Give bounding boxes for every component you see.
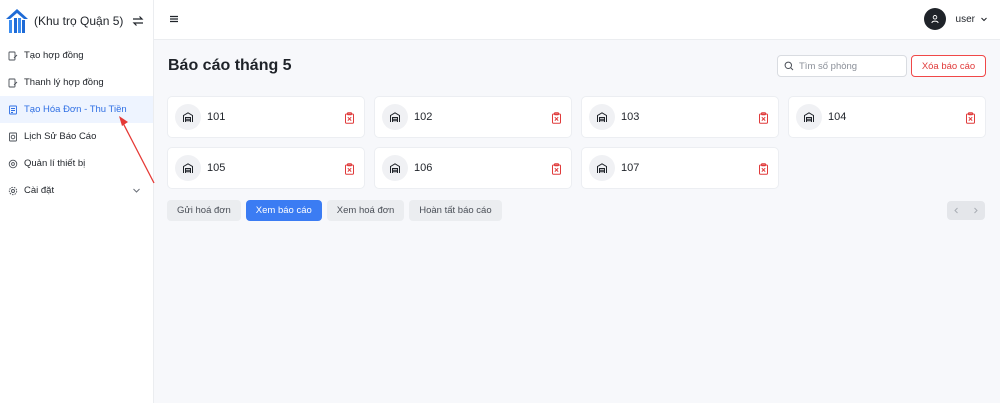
house-logo-icon	[6, 9, 28, 33]
report-actions: Gửi hoá đơn Xem báo cáo Xem hoá đơn Hoàn…	[167, 200, 502, 221]
sidebar-item-equipment[interactable]: Quản lí thiết bị	[0, 150, 153, 177]
delete-clipboard-icon[interactable]	[344, 163, 355, 175]
sidebar-item-report-history[interactable]: Lịch Sử Báo Cáo	[0, 123, 153, 150]
sidebar-item-label: Cài đặt	[24, 185, 55, 196]
user-icon	[930, 15, 939, 24]
sidebar-item-terminate-contract[interactable]: Thanh lý hợp đồng	[0, 69, 153, 96]
room-card-101[interactable]: 101	[167, 96, 365, 138]
hamburger-menu-icon[interactable]	[168, 13, 180, 25]
room-card-102[interactable]: 102	[374, 96, 572, 138]
chevron-left-icon[interactable]	[953, 207, 960, 214]
avatar	[923, 8, 946, 30]
contract-edit-icon	[8, 78, 18, 87]
switch-arrows-icon[interactable]	[131, 14, 145, 28]
sidebar-nav: Tạo hợp đồng Thanh lý hợp đồng Tạo Hóa Đ…	[0, 42, 153, 204]
warehouse-icon	[390, 163, 400, 173]
user-menu[interactable]: user	[923, 8, 988, 30]
warehouse-icon	[183, 112, 193, 122]
delete-clipboard-icon[interactable]	[758, 163, 769, 175]
room-card-107[interactable]: 107	[581, 147, 779, 189]
room-card-104[interactable]: 104	[788, 96, 986, 138]
room-number: 102	[414, 111, 433, 123]
room-icon-wrap	[382, 155, 408, 181]
room-icon-wrap	[589, 155, 615, 181]
sidebar-item-create-invoice[interactable]: Tạo Hóa Đơn - Thu Tiền	[0, 96, 153, 123]
send-invoice-button[interactable]: Gửi hoá đơn	[167, 200, 241, 221]
warehouse-icon	[597, 163, 607, 173]
room-number: 104	[828, 111, 847, 123]
sidebar: (Khu trọ Quận 5) Tạo hợp đồng Thanh lý h…	[0, 0, 154, 403]
sidebar-item-label: Lịch Sử Báo Cáo	[24, 131, 97, 142]
room-card-105[interactable]: 105	[167, 147, 365, 189]
chevron-right-icon[interactable]	[972, 207, 979, 214]
search-input[interactable]	[799, 60, 899, 72]
complete-report-button[interactable]: Hoàn tất báo cáo	[409, 200, 502, 221]
room-number: 106	[414, 162, 433, 174]
view-invoice-button[interactable]: Xem hoá đơn	[326, 200, 405, 221]
delete-report-button[interactable]: Xóa báo cáo	[911, 55, 986, 77]
sidebar-item-label: Tạo hợp đồng	[24, 50, 84, 61]
invoice-icon	[9, 105, 17, 114]
sidebar-item-label: Tạo Hóa Đơn - Thu Tiền	[24, 104, 127, 115]
brand-name: (Khu trọ Quận 5)	[34, 14, 124, 28]
room-icon-wrap	[175, 155, 201, 181]
warehouse-icon	[804, 112, 814, 122]
search-icon	[784, 61, 794, 71]
delete-clipboard-icon[interactable]	[758, 112, 769, 124]
room-card-103[interactable]: 103	[581, 96, 779, 138]
delete-clipboard-icon[interactable]	[965, 112, 976, 124]
chevron-down-icon	[981, 17, 987, 22]
sidebar-item-label: Quản lí thiết bị	[24, 158, 86, 169]
sidebar-item-create-contract[interactable]: Tạo hợp đồng	[0, 42, 153, 69]
chevron-down-icon[interactable]	[132, 186, 141, 195]
contract-edit-icon	[8, 51, 18, 60]
room-number: 101	[207, 111, 226, 123]
room-number: 103	[621, 111, 640, 123]
report-history-icon	[9, 132, 17, 141]
gear-icon	[8, 186, 18, 195]
top-bar: user	[154, 0, 1000, 40]
main-content: Báo cáo tháng 5 Xóa báo cáo 101 102 103 …	[154, 40, 1000, 403]
delete-clipboard-icon[interactable]	[344, 112, 355, 124]
delete-clipboard-icon[interactable]	[551, 112, 562, 124]
delete-clipboard-icon[interactable]	[551, 163, 562, 175]
warehouse-icon	[390, 112, 400, 122]
room-icon-wrap	[589, 104, 615, 130]
warehouse-icon	[597, 112, 607, 122]
room-icon-wrap	[382, 104, 408, 130]
room-number: 105	[207, 162, 226, 174]
sidebar-item-settings[interactable]: Cài đặt	[0, 177, 153, 204]
brand: (Khu trọ Quận 5)	[0, 0, 153, 42]
pagination	[947, 201, 985, 220]
page-title: Báo cáo tháng 5	[168, 57, 292, 74]
room-icon-wrap	[796, 104, 822, 130]
room-number: 107	[621, 162, 640, 174]
search-box[interactable]	[777, 55, 907, 77]
equipment-icon	[8, 159, 18, 168]
view-report-button[interactable]: Xem báo cáo	[245, 200, 322, 221]
user-name: user	[955, 13, 975, 25]
room-card-106[interactable]: 106	[374, 147, 572, 189]
sidebar-item-label: Thanh lý hợp đồng	[24, 77, 104, 88]
room-icon-wrap	[175, 104, 201, 130]
warehouse-icon	[183, 163, 193, 173]
